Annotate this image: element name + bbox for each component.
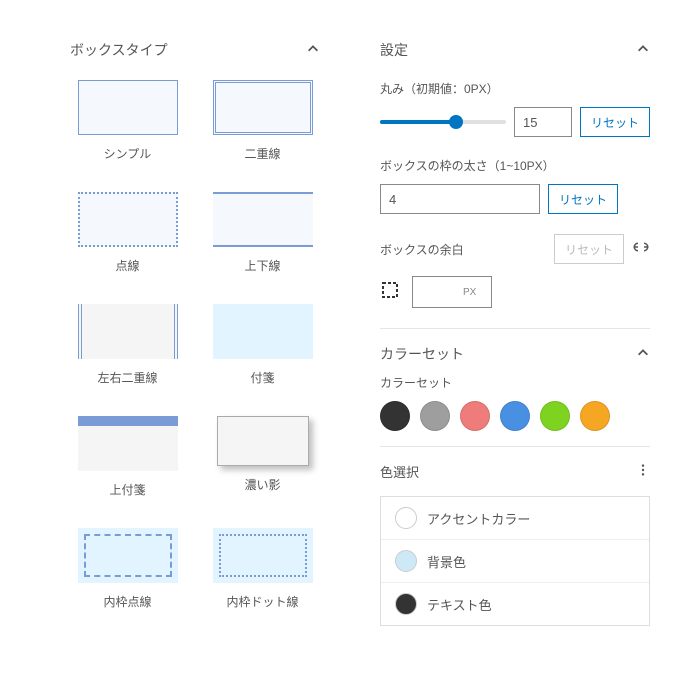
margin-unit: PX: [463, 287, 482, 298]
more-options-icon[interactable]: [636, 463, 650, 480]
box-type-topsticky[interactable]: 上付箋: [70, 416, 185, 498]
link-sides-icon[interactable]: [632, 240, 650, 259]
swatch-4[interactable]: [500, 401, 530, 431]
label-innerdash: 内枠点線: [103, 593, 151, 610]
box-type-updown[interactable]: 上下線: [205, 192, 320, 274]
swatch-5[interactable]: [540, 401, 570, 431]
color-text[interactable]: テキスト色: [381, 582, 649, 625]
box-type-grid: シンプル 二重線 点線 上下線 左右二重線 付箋 上付箋 濃い影: [70, 80, 320, 610]
label-topsticky: 上付箋: [109, 481, 145, 498]
color-accent-label: アクセントカラー: [427, 509, 530, 528]
colorselect-title: 色選択: [380, 462, 419, 481]
margin-input[interactable]: PX: [412, 276, 492, 308]
swatch-6[interactable]: [580, 401, 610, 431]
label-shadow: 濃い影: [244, 476, 280, 493]
label-innerdot: 内枠ドット線: [226, 593, 298, 610]
swatch-2[interactable]: [420, 401, 450, 431]
label-simple: シンプル: [104, 145, 152, 162]
thickness-input[interactable]: [380, 184, 540, 214]
label-dotted: 点線: [115, 257, 139, 274]
thickness-reset-button[interactable]: リセット: [548, 184, 618, 214]
box-type-title: ボックスタイプ: [70, 40, 168, 60]
box-type-simple[interactable]: シンプル: [70, 80, 185, 162]
box-type-double[interactable]: 二重線: [205, 80, 320, 162]
margin-label: ボックスの余白: [380, 241, 464, 258]
colorset-label: カラーセット: [380, 374, 650, 391]
color-dot-background: [395, 550, 417, 572]
swatch-1[interactable]: [380, 401, 410, 431]
box-type-sticky[interactable]: 付箋: [205, 304, 320, 386]
color-text-label: テキスト色: [427, 595, 492, 614]
color-accent[interactable]: アクセントカラー: [381, 497, 649, 539]
radius-label: 丸み（初期値：0PX）: [380, 80, 650, 97]
label-updown: 上下線: [244, 257, 280, 274]
thickness-label: ボックスの枠の太さ（1~10PX）: [380, 157, 650, 174]
color-background[interactable]: 背景色: [381, 539, 649, 582]
collapse-settings-icon[interactable]: [636, 42, 650, 59]
collapse-colorset-icon[interactable]: [636, 346, 650, 363]
box-type-innerdash[interactable]: 内枠点線: [70, 528, 185, 610]
color-list: アクセントカラー 背景色 テキスト色: [380, 496, 650, 626]
box-type-dotted[interactable]: 点線: [70, 192, 185, 274]
settings-title: 設定: [380, 40, 408, 60]
color-dot-accent: [395, 507, 417, 529]
radius-slider[interactable]: [380, 112, 506, 132]
box-type-shadow[interactable]: 濃い影: [205, 416, 320, 498]
margin-box-icon: [380, 280, 400, 305]
margin-reset-button[interactable]: リセット: [554, 234, 624, 264]
label-sticky: 付箋: [250, 369, 274, 386]
radius-input[interactable]: [514, 107, 572, 137]
label-lrdouble: 左右二重線: [97, 369, 157, 386]
radius-reset-button[interactable]: リセット: [580, 107, 650, 137]
box-type-innerdot[interactable]: 内枠ドット線: [205, 528, 320, 610]
label-double: 二重線: [244, 145, 280, 162]
swatch-3[interactable]: [460, 401, 490, 431]
colorset-title: カラーセット: [380, 344, 464, 364]
color-swatches: [380, 401, 650, 431]
box-type-lrdouble[interactable]: 左右二重線: [70, 304, 185, 386]
color-dot-text: [395, 593, 417, 615]
color-background-label: 背景色: [427, 552, 466, 571]
collapse-box-type-icon[interactable]: [306, 42, 320, 59]
